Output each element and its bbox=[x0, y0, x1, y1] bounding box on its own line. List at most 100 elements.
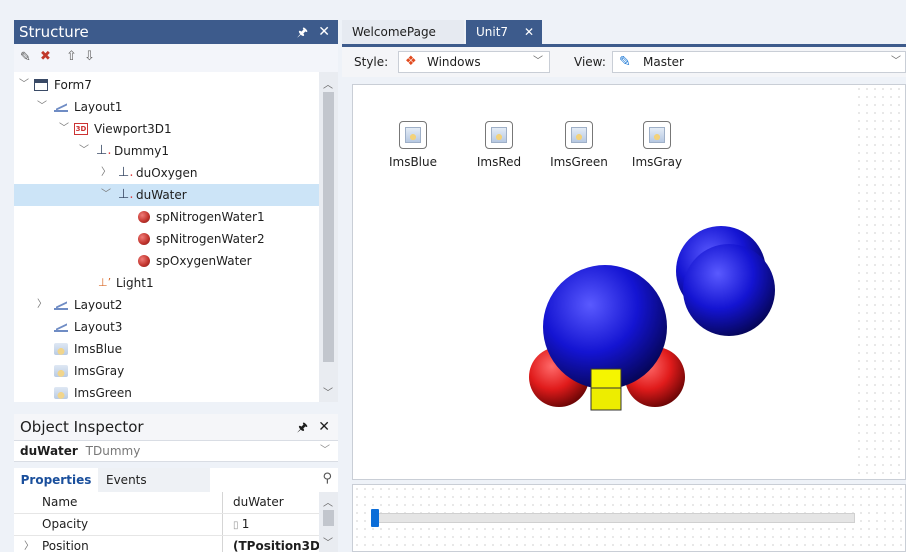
tree-node-light1[interactable]: ⊥ʼ Light1 bbox=[14, 272, 319, 294]
scroll-down-icon[interactable]: ﹀ bbox=[323, 534, 333, 549]
tree-node-duwater[interactable]: ﹀ ⊥. duWater bbox=[14, 184, 319, 206]
move-up-icon[interactable]: ⇧ bbox=[66, 49, 77, 64]
tree-node-imsgreen[interactable]: ImsGreen bbox=[14, 382, 319, 402]
property-row-name[interactable]: Name duWater bbox=[14, 492, 319, 514]
style-select[interactable]: ❖ Windows ﹀ bbox=[398, 51, 550, 73]
dummy-icon: ⊥. bbox=[118, 165, 134, 180]
close-tab-icon[interactable]: ✕ bbox=[524, 20, 534, 44]
chevron-down-icon: ﹀ bbox=[533, 56, 543, 67]
property-value[interactable]: duWater bbox=[222, 492, 319, 513]
tree-node-dummy1[interactable]: ﹀ ⊥. Dummy1 bbox=[14, 140, 319, 162]
collapse-icon[interactable]: ﹀ bbox=[36, 96, 48, 118]
inspector-scrollbar[interactable]: ︿ ﹀ bbox=[319, 492, 338, 552]
tree-node-spnitrogenwater1[interactable]: spNitrogenWater1 bbox=[14, 206, 319, 228]
tree-node-imsblue[interactable]: ImsBlue bbox=[14, 338, 319, 360]
property-row-opacity[interactable]: Opacity ▯ 1 bbox=[14, 514, 319, 536]
tree-node-layout1[interactable]: ﹀ Layout1 bbox=[14, 96, 319, 118]
tree-node-label: ImsGray bbox=[74, 364, 125, 378]
tree-node-label: ImsBlue bbox=[74, 342, 123, 356]
collapse-icon[interactable]: ﹀ bbox=[18, 74, 30, 96]
slider-icon: ▯ bbox=[233, 520, 242, 531]
sphere-icon bbox=[138, 211, 150, 223]
close-icon[interactable]: ✕ bbox=[318, 414, 330, 440]
tree-node-duoxygen[interactable]: 〉 ⊥. duOxygen bbox=[14, 162, 319, 184]
dummy-cube[interactable] bbox=[590, 387, 622, 411]
object-type: TDummy bbox=[85, 444, 141, 458]
oxygen-molecule[interactable] bbox=[676, 226, 775, 336]
tree-node-layout2[interactable]: 〉 Layout2 bbox=[14, 294, 319, 316]
scroll-thumb[interactable] bbox=[323, 510, 334, 526]
tree-node-label: duOxygen bbox=[136, 166, 198, 180]
tree-node-label: Viewport3D1 bbox=[94, 122, 172, 136]
tree-node-viewport3d1[interactable]: ﹀ 3D Viewport3D1 bbox=[14, 118, 319, 140]
structure-panel-title: Structure 🖈 ✕ bbox=[14, 20, 338, 44]
layout-icon bbox=[54, 321, 68, 333]
dummy-icon: ⊥. bbox=[118, 187, 134, 202]
property-row-position[interactable]: 〉 Position (TPosition3D) bbox=[14, 536, 319, 552]
chevron-down-icon: ﹀ bbox=[891, 56, 901, 67]
collapse-icon[interactable]: ﹀ bbox=[58, 118, 70, 140]
pin-icon[interactable]: 🖈 bbox=[297, 414, 308, 440]
property-search-input[interactable]: ⚲ bbox=[210, 468, 338, 492]
lower-layout-area[interactable] bbox=[352, 484, 906, 552]
add-item-icon[interactable]: ✎ bbox=[20, 50, 31, 65]
tree-node-label: duWater bbox=[136, 188, 187, 202]
form-designer-toolbar: Style: ❖ Windows ﹀ View: ✎ Master ﹀ bbox=[342, 47, 906, 77]
structure-tree: ﹀ Form7 ﹀ Layout1 ﹀ 3D Viewport3D1 ﹀ ⊥. … bbox=[14, 72, 319, 402]
tab-welcomepage[interactable]: WelcomePage bbox=[342, 20, 464, 44]
view-value: Master bbox=[643, 55, 684, 69]
viewport3d-scene[interactable] bbox=[353, 85, 855, 480]
imagelist-icon bbox=[54, 365, 68, 377]
tree-node-label: spOxygenWater bbox=[156, 254, 252, 268]
object-inspector-header: Object Inspector 🖈 ✕ bbox=[14, 414, 338, 440]
tree-node-spnitrogenwater2[interactable]: spNitrogenWater2 bbox=[14, 228, 319, 250]
tree-node-label: spNitrogenWater2 bbox=[156, 232, 265, 246]
viewport3d-icon: 3D bbox=[74, 123, 88, 135]
form-icon bbox=[34, 79, 48, 91]
sphere-icon bbox=[138, 233, 150, 245]
move-down-icon[interactable]: ⇩ bbox=[84, 49, 95, 64]
trackbar-track[interactable] bbox=[371, 513, 855, 523]
windows-logo-icon: ❖ bbox=[405, 54, 417, 69]
layout-icon bbox=[54, 101, 68, 113]
light-icon: ⊥ʼ bbox=[98, 276, 112, 289]
view-select[interactable]: ✎ Master ﹀ bbox=[612, 51, 906, 73]
tab-events[interactable]: Events bbox=[106, 468, 147, 492]
pen-icon: ✎ bbox=[619, 54, 631, 70]
tree-node-form7[interactable]: ﹀ Form7 bbox=[14, 74, 319, 96]
tree-node-spoxygenwater[interactable]: spOxygenWater bbox=[14, 250, 319, 272]
tree-node-layout3[interactable]: Layout3 bbox=[14, 316, 319, 338]
structure-toolbar: ✎ ✖ ⇧ ⇩ bbox=[14, 44, 338, 72]
tab-label: Unit7 bbox=[476, 25, 509, 39]
scroll-up-icon[interactable]: ︿ bbox=[323, 76, 333, 91]
structure-scrollbar[interactable]: ︿ ﹀ bbox=[319, 72, 338, 402]
chevron-down-icon[interactable]: ﹀ bbox=[320, 441, 330, 461]
tab-unit7[interactable]: Unit7 ✕ bbox=[466, 20, 542, 44]
scroll-down-icon[interactable]: ﹀ bbox=[323, 384, 333, 399]
delete-item-icon[interactable]: ✖ bbox=[40, 49, 51, 64]
expand-icon[interactable]: 〉 bbox=[24, 536, 34, 552]
collapse-icon[interactable]: ﹀ bbox=[100, 184, 112, 206]
property-value-cell[interactable]: ▯ 1 bbox=[222, 514, 319, 535]
form-designer-surface[interactable]: ImsBlue ImsRed ImsGreen ImsGray bbox=[352, 84, 906, 480]
close-icon[interactable]: ✕ bbox=[318, 20, 330, 44]
water-molecule[interactable] bbox=[529, 265, 685, 411]
expand-icon[interactable]: 〉 bbox=[100, 162, 112, 184]
tab-properties[interactable]: Properties bbox=[14, 468, 98, 492]
designer-grid-margin bbox=[855, 85, 905, 479]
editor-tabs: WelcomePage Unit7 ✕ bbox=[342, 20, 906, 44]
trackbar-thumb[interactable] bbox=[371, 509, 379, 527]
view-label: View: bbox=[574, 55, 606, 69]
structure-title-label: Structure bbox=[19, 23, 89, 41]
collapse-icon[interactable]: ﹀ bbox=[78, 140, 90, 162]
imagelist-icon bbox=[54, 343, 68, 355]
scroll-thumb[interactable] bbox=[323, 92, 334, 362]
pin-icon[interactable]: 🖈 bbox=[297, 20, 308, 44]
tree-node-imsgray[interactable]: ImsGray bbox=[14, 360, 319, 382]
tree-node-label: Layout2 bbox=[74, 298, 123, 312]
object-inspector-title: Object Inspector bbox=[20, 418, 144, 436]
scroll-up-icon[interactable]: ︿ bbox=[323, 494, 333, 509]
oxygen-sphere-front[interactable] bbox=[683, 244, 775, 336]
object-selector[interactable]: duWater TDummy ﹀ bbox=[14, 440, 338, 462]
expand-icon[interactable]: 〉 bbox=[36, 294, 48, 316]
